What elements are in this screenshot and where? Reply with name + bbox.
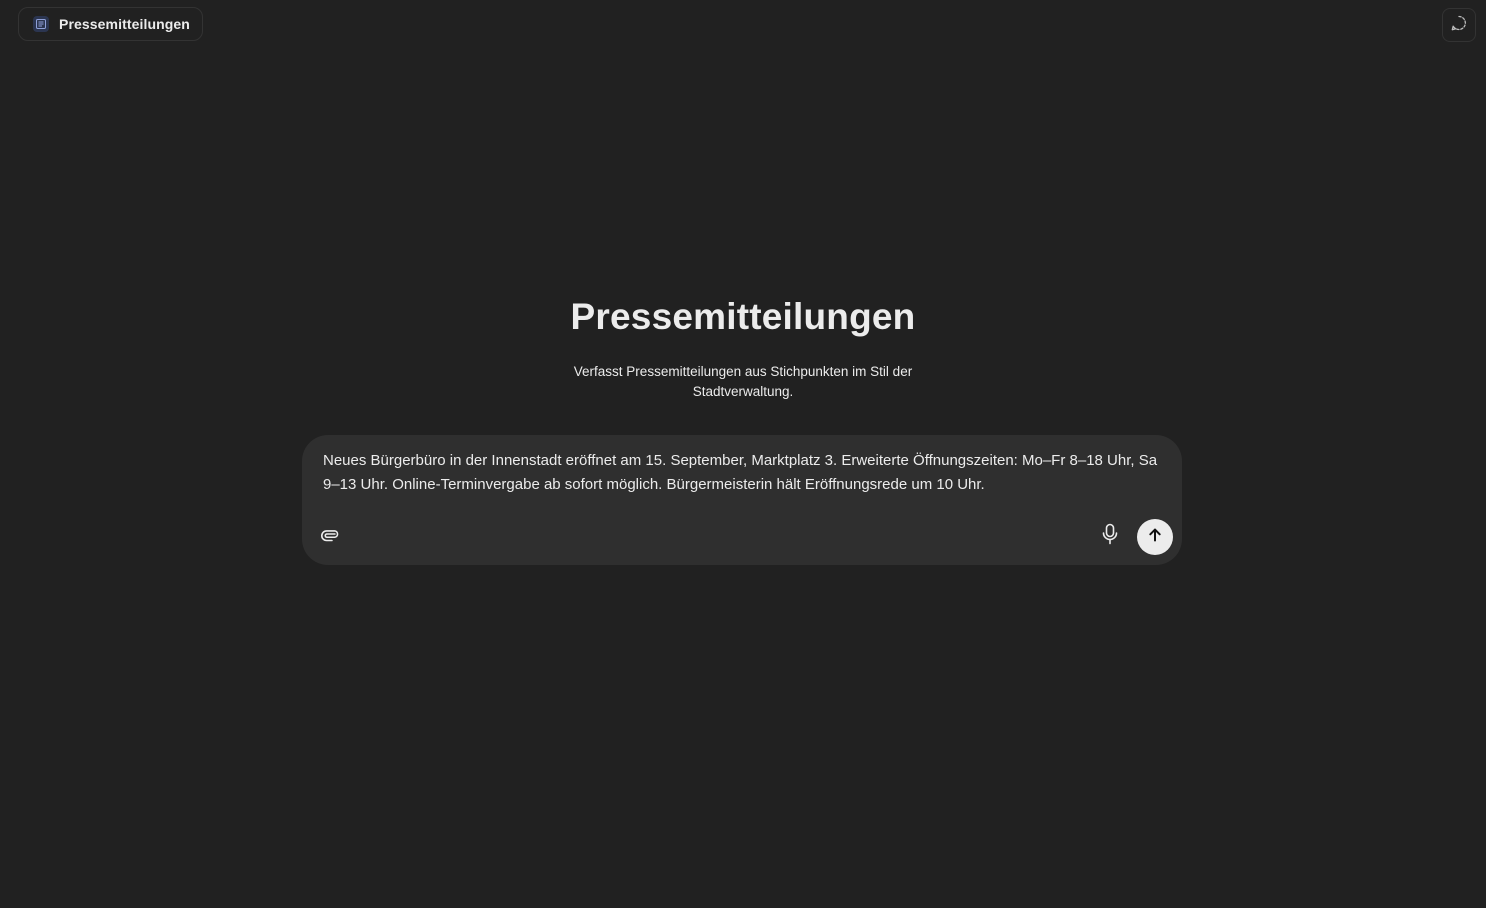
- voice-input-button[interactable]: [1098, 523, 1122, 550]
- gpt-name-label: Pressemitteilungen: [59, 16, 190, 32]
- attach-button[interactable]: [318, 524, 342, 548]
- new-chat-dashed-icon: [1450, 14, 1468, 37]
- new-chat-button[interactable]: [1442, 8, 1476, 42]
- send-button[interactable]: [1137, 519, 1173, 555]
- gpt-name-button[interactable]: Pressemitteilungen: [18, 7, 203, 41]
- document-icon: [33, 16, 49, 32]
- arrow-up-icon: [1147, 527, 1163, 548]
- app-root: Pressemitteilungen Pressemitteilungen Ve…: [0, 0, 1486, 908]
- page-title: Pressemitteilungen: [570, 296, 916, 337]
- paperclip-icon: [320, 524, 340, 549]
- message-input[interactable]: Neues Bürgerbüro in der Innenstadt eröff…: [323, 449, 1158, 497]
- message-composer: Neues Bürgerbüro in der Innenstadt eröff…: [302, 435, 1182, 565]
- microphone-icon: [1100, 523, 1120, 550]
- gpt-description: Verfasst Pressemitteilungen aus Stichpun…: [573, 364, 913, 399]
